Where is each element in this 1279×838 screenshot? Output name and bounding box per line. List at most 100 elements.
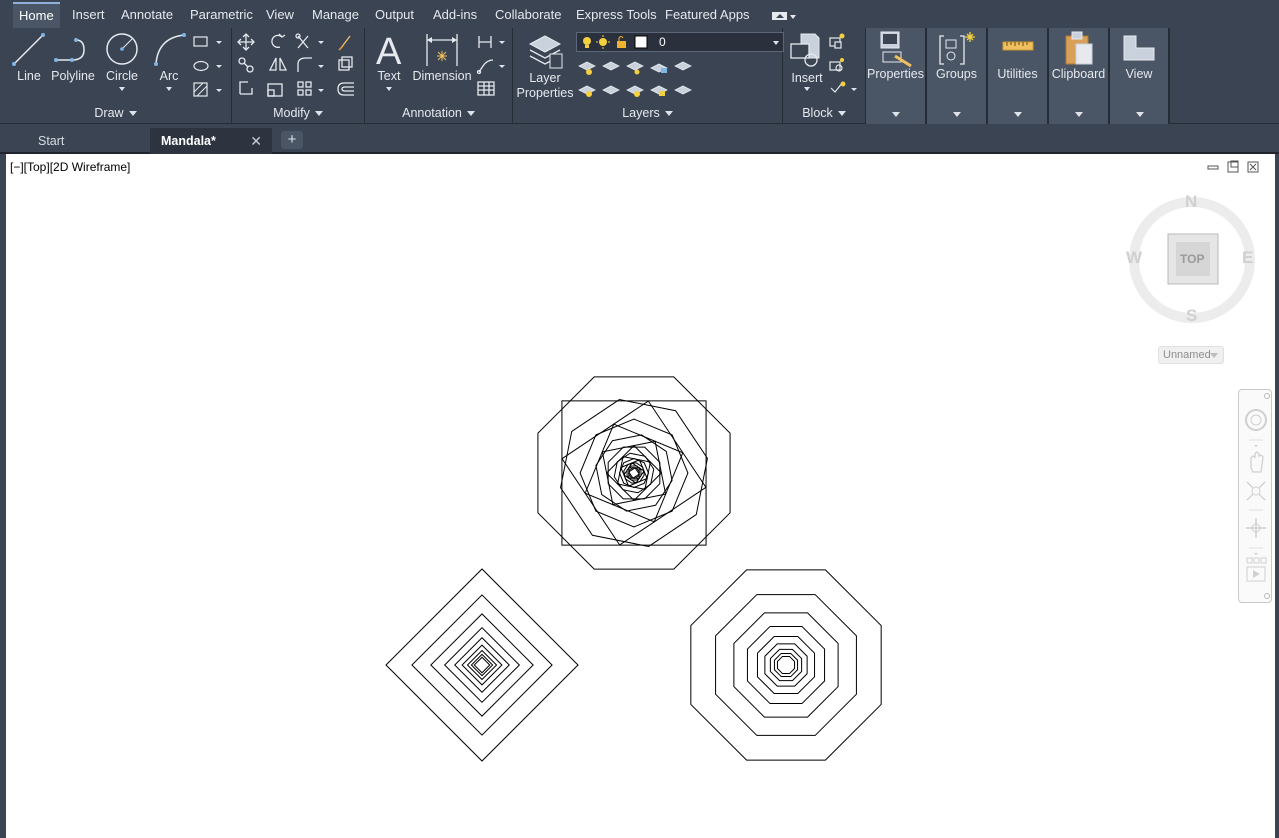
octagon-ring[interactable] <box>628 467 640 479</box>
clipboard-icon <box>1065 31 1093 65</box>
insert-block-icon <box>790 33 820 67</box>
block-tools-icon[interactable] <box>827 28 863 102</box>
octagon-ring[interactable] <box>769 648 803 682</box>
close-tab-icon[interactable]: ✕ <box>250 128 262 154</box>
layer-properties-button[interactable]: Layer Properties <box>516 30 574 101</box>
octagon-ring[interactable] <box>715 594 857 736</box>
tab-mandala[interactable]: Mandala* ✕ <box>150 128 272 154</box>
insert-button[interactable]: Insert <box>789 30 825 91</box>
modify-tools-icon[interactable] <box>232 28 365 102</box>
line-icon <box>12 33 45 66</box>
compass-n[interactable]: N <box>1185 192 1197 212</box>
ellipse-button[interactable] <box>192 56 222 76</box>
minimize-ribbon-icon <box>772 12 796 20</box>
navigation-bar[interactable] <box>1238 389 1272 603</box>
groups-panel[interactable]: Groups <box>927 28 988 124</box>
square-ring[interactable] <box>601 440 667 506</box>
diamond-ring[interactable] <box>430 613 534 717</box>
drawing-viewport[interactable]: [−][Top][2D Wireframe] N S E W TOP Unnam… <box>4 154 1275 838</box>
properties-panel[interactable]: Properties <box>866 28 927 124</box>
dimension-icon <box>426 34 458 66</box>
octagon-ring[interactable] <box>776 655 796 675</box>
ribbon-display-toggle[interactable] <box>771 9 797 21</box>
diamond-ring[interactable] <box>443 626 521 704</box>
menu-bar: Home Insert Annotate Parametric View Man… <box>0 0 1279 28</box>
octagon-spiral-shape <box>537 376 731 570</box>
text-button[interactable]: A Text <box>373 30 405 91</box>
circle-icon <box>106 33 138 65</box>
tab-home[interactable]: Home <box>13 2 60 28</box>
line-button[interactable]: Line <box>10 30 48 84</box>
tab-start[interactable]: Start <box>0 128 150 154</box>
octagon-ring[interactable] <box>756 635 816 695</box>
tab-parametric[interactable]: Parametric <box>184 4 259 26</box>
view-panel[interactable]: View <box>1110 28 1170 124</box>
square-ring[interactable] <box>617 456 651 490</box>
rectangle-icon <box>193 36 222 47</box>
mandala-drawing[interactable] <box>6 154 1277 838</box>
block-panel-title[interactable]: Block <box>783 102 865 124</box>
octagon-ring[interactable] <box>746 625 826 705</box>
navigation-tools-icon <box>1245 393 1270 599</box>
compass-s[interactable]: S <box>1186 306 1197 326</box>
tab-collaborate[interactable]: Collaborate <box>489 4 568 26</box>
block-panel: Insert Block <box>783 28 866 124</box>
tab-insert[interactable]: Insert <box>66 4 111 26</box>
utilities-panel[interactable]: Utilities <box>988 28 1049 124</box>
autocad-window: Home Insert Annotate Parametric View Man… <box>0 0 1279 838</box>
diamond-ring[interactable] <box>454 637 510 693</box>
square-ring[interactable] <box>561 400 707 546</box>
layers-panel: Layer Properties 0 Layers <box>513 28 784 124</box>
octagon-ring[interactable] <box>595 434 673 512</box>
layer-properties-icon <box>528 35 563 69</box>
tab-featured-apps[interactable]: Featured Apps <box>659 4 756 26</box>
rectangle-button[interactable] <box>192 32 222 52</box>
compass-e[interactable]: E <box>1242 248 1253 268</box>
diamond-ring[interactable] <box>385 568 579 762</box>
polyline-button[interactable]: Polyline <box>50 30 96 84</box>
properties-icon <box>880 31 912 68</box>
arc-button[interactable]: Arc <box>150 30 188 91</box>
tab-add-ins[interactable]: Add-ins <box>427 4 483 26</box>
arc-icon <box>154 33 186 66</box>
square-ring[interactable] <box>584 423 684 523</box>
octagon-ring[interactable] <box>560 399 708 547</box>
view-icon <box>1123 35 1155 61</box>
tab-express-tools[interactable]: Express Tools <box>570 4 663 26</box>
measure-icon <box>1002 41 1034 51</box>
modify-panel-title[interactable]: Modify <box>232 102 364 124</box>
clipboard-panel[interactable]: Clipboard <box>1049 28 1110 124</box>
diamond-concentric-shape <box>385 568 579 762</box>
tab-manage[interactable]: Manage <box>306 4 365 26</box>
annotation-panel-title[interactable]: Annotation <box>365 102 512 124</box>
diamond-ring[interactable] <box>411 594 553 736</box>
tab-view[interactable]: View <box>260 4 300 26</box>
viewcube-face-top[interactable]: TOP <box>1180 252 1204 266</box>
annotation-panel: A Text Dimension Annotation <box>365 28 513 124</box>
ribbon: Line Polyline Circle Arc Draw Modify A T… <box>0 28 1279 124</box>
groups-icon <box>939 32 975 65</box>
octagon-ring[interactable] <box>537 376 731 570</box>
square-ring[interactable] <box>561 400 707 546</box>
hatch-button[interactable] <box>192 80 222 100</box>
polyline-icon <box>54 38 85 62</box>
octagon-ring[interactable] <box>764 643 808 687</box>
text-icon: A <box>376 31 402 68</box>
leader-table-tools-icon[interactable] <box>475 28 515 102</box>
tab-annotate[interactable]: Annotate <box>115 4 179 26</box>
layers-panel-title[interactable]: Layers <box>513 102 782 124</box>
tab-output[interactable]: Output <box>369 4 420 26</box>
ellipse-icon <box>193 60 222 72</box>
ucs-dropdown[interactable]: Unnamed <box>1158 346 1224 364</box>
new-tab-button[interactable]: + <box>281 131 303 149</box>
viewcube[interactable]: N S E W TOP <box>1118 188 1262 328</box>
dimension-button[interactable]: Dimension <box>411 30 473 84</box>
octagon-ring[interactable] <box>690 569 882 761</box>
octagon-ring[interactable] <box>607 446 661 500</box>
octagon-ring[interactable] <box>733 612 839 718</box>
circle-button[interactable]: Circle <box>102 30 142 91</box>
draw-panel-title[interactable]: Draw <box>0 102 231 124</box>
layer-dropdown[interactable]: 0 <box>576 32 784 52</box>
layer-state-icons <box>583 35 648 49</box>
compass-w[interactable]: W <box>1126 248 1142 268</box>
